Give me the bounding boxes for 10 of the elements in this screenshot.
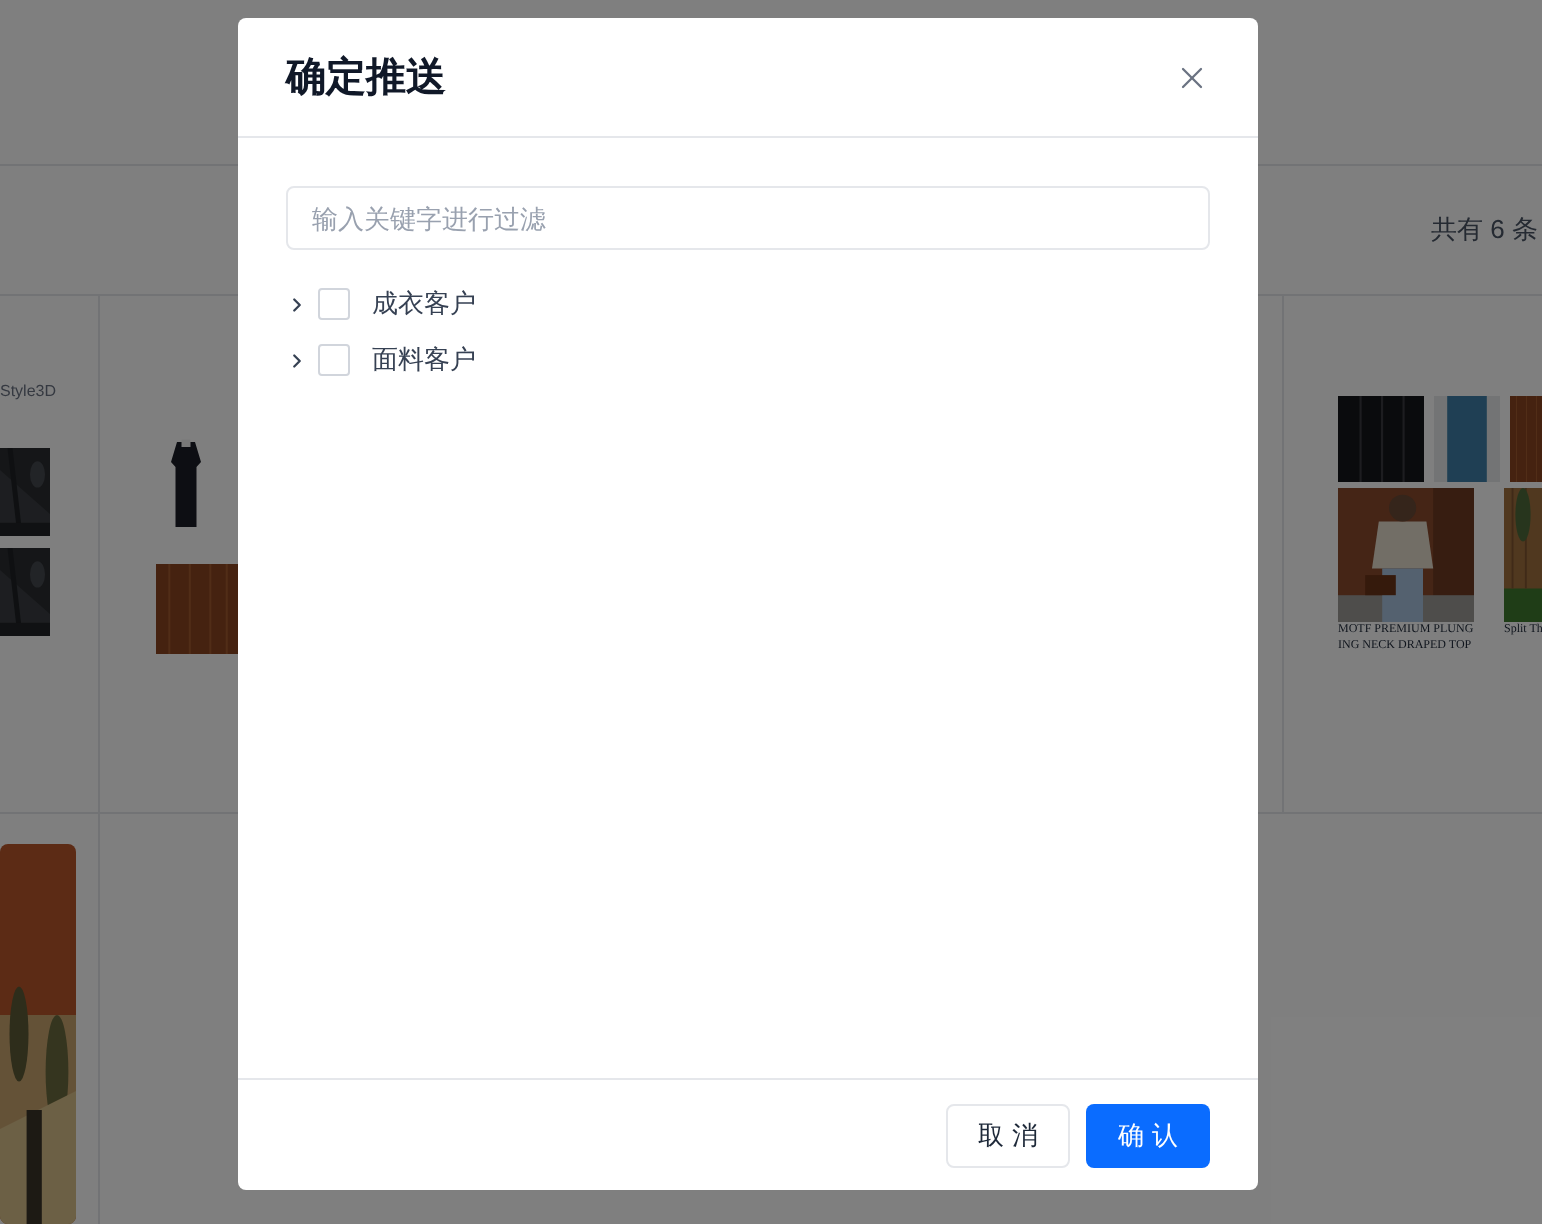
brand-text: Style3D — [0, 380, 57, 405]
cancel-button[interactable]: 取 消 — [946, 1103, 1070, 1167]
checkbox[interactable] — [318, 288, 350, 320]
checkbox[interactable] — [318, 344, 350, 376]
result-count: 共有 6 条 — [1431, 212, 1538, 249]
filter-field[interactable]: 输入关键字进行过滤 — [286, 186, 1210, 250]
tree-item-label[interactable]: 面料客户 — [372, 340, 476, 380]
tree-item-label[interactable]: 成衣客户 — [372, 284, 476, 324]
dialog-title: 确定推送 — [286, 53, 446, 103]
confirm-button[interactable]: 确 认 — [1086, 1103, 1210, 1167]
